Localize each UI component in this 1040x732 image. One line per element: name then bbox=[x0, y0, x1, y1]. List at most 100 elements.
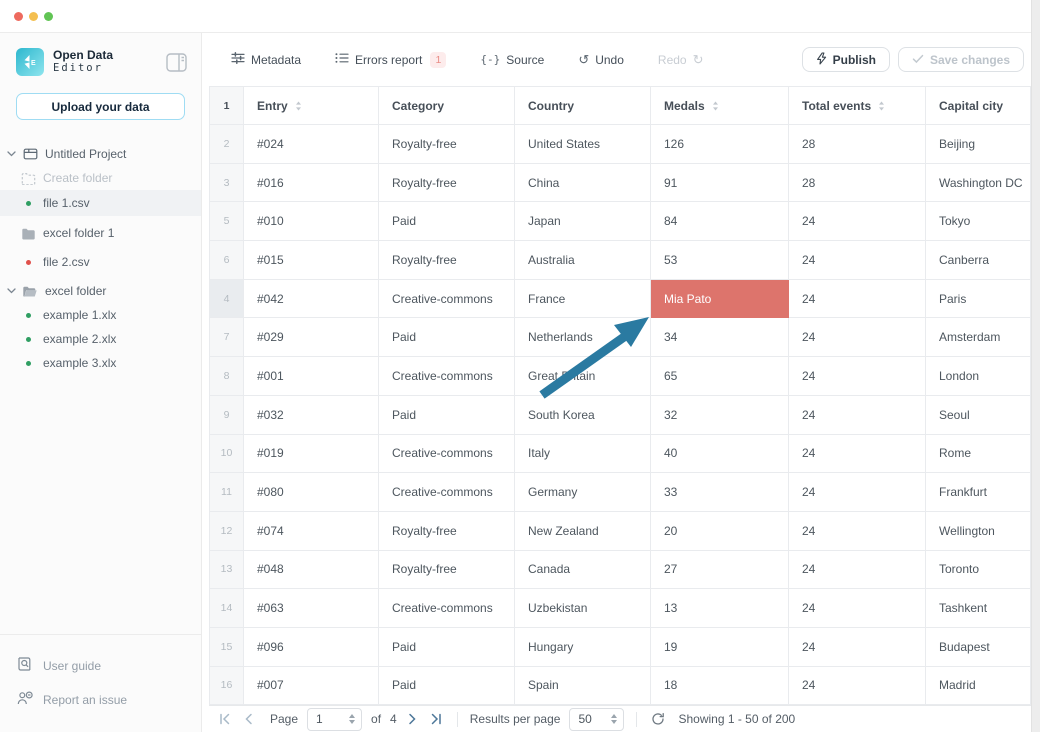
cell-total-events[interactable]: 24 bbox=[789, 551, 926, 590]
metadata-button[interactable]: Metadata bbox=[231, 51, 301, 68]
row-number-cell[interactable]: 14 bbox=[209, 589, 244, 628]
cell-country[interactable]: United States bbox=[515, 125, 651, 164]
row-number-cell[interactable]: 15 bbox=[209, 628, 244, 667]
cell-entry[interactable]: #029 bbox=[244, 318, 379, 357]
tree-item-file-1-csv[interactable]: file 1.csv bbox=[0, 190, 201, 216]
cell-category[interactable]: Royalty-free bbox=[379, 512, 515, 551]
tree-item-example-2-xlx[interactable]: example 2.xlx bbox=[0, 327, 201, 351]
cell-country[interactable]: Netherlands bbox=[515, 318, 651, 357]
page-spinner[interactable] bbox=[349, 714, 355, 724]
cell-medals[interactable]: 13 bbox=[651, 589, 789, 628]
cell-medals[interactable]: 19 bbox=[651, 628, 789, 667]
cell-capital[interactable]: Tokyo bbox=[926, 202, 1031, 241]
cell-medals[interactable]: 20 bbox=[651, 512, 789, 551]
sort-icon[interactable] bbox=[878, 101, 885, 111]
cell-category[interactable]: Paid bbox=[379, 202, 515, 241]
cell-total-events[interactable]: 24 bbox=[789, 318, 926, 357]
cell-total-events[interactable]: 24 bbox=[789, 512, 926, 551]
cell-medals[interactable]: 126 bbox=[651, 125, 789, 164]
cell-category[interactable]: Paid bbox=[379, 318, 515, 357]
cell-entry[interactable]: #010 bbox=[244, 202, 379, 241]
column-header-total-events[interactable]: Total events bbox=[789, 86, 926, 125]
row-number-cell[interactable]: 8 bbox=[209, 357, 244, 396]
tree-item-create-folder[interactable]: Create folder bbox=[0, 166, 201, 190]
tree-item-file-2-csv[interactable]: file 2.csv bbox=[0, 250, 201, 274]
cell-total-events[interactable]: 24 bbox=[789, 202, 926, 241]
cell-total-events[interactable]: 24 bbox=[789, 435, 926, 474]
tree-item-untitled-project[interactable]: Untitled Project bbox=[0, 142, 201, 166]
cell-category[interactable]: Creative-commons bbox=[379, 473, 515, 512]
cell-category[interactable]: Paid bbox=[379, 628, 515, 667]
last-page-icon[interactable] bbox=[428, 713, 445, 725]
source-button[interactable]: {-} Source bbox=[480, 53, 544, 67]
undo-button[interactable]: ↺ Undo bbox=[578, 53, 624, 67]
page-number-input[interactable] bbox=[308, 712, 340, 726]
cell-entry[interactable]: #032 bbox=[244, 396, 379, 435]
column-header-capital-city[interactable]: Capital city bbox=[926, 86, 1031, 125]
cell-country[interactable]: Uzbekistan bbox=[515, 589, 651, 628]
cell-medals[interactable]: 33 bbox=[651, 473, 789, 512]
row-number-cell[interactable]: 4 bbox=[209, 280, 244, 319]
row-number-cell[interactable]: 13 bbox=[209, 551, 244, 590]
cell-country[interactable]: Canada bbox=[515, 551, 651, 590]
cell-category[interactable]: Creative-commons bbox=[379, 357, 515, 396]
cell-total-events[interactable]: 24 bbox=[789, 667, 926, 706]
row-number-cell[interactable]: 9 bbox=[209, 396, 244, 435]
cell-entry[interactable]: #074 bbox=[244, 512, 379, 551]
cell-country[interactable]: Australia bbox=[515, 241, 651, 280]
cell-capital[interactable]: Madrid bbox=[926, 667, 1031, 706]
cell-entry[interactable]: #080 bbox=[244, 473, 379, 512]
cell-category[interactable]: Royalty-free bbox=[379, 551, 515, 590]
cell-country[interactable]: Germany bbox=[515, 473, 651, 512]
cell-entry[interactable]: #063 bbox=[244, 589, 379, 628]
cell-medals[interactable]: 27 bbox=[651, 551, 789, 590]
scrollbar[interactable] bbox=[1031, 0, 1040, 732]
publish-button[interactable]: Publish bbox=[802, 47, 890, 72]
cell-entry[interactable]: #042 bbox=[244, 280, 379, 319]
cell-country[interactable]: China bbox=[515, 164, 651, 203]
tree-item-excel-folder-1[interactable]: excel folder 1 bbox=[0, 221, 201, 245]
column-header-category[interactable]: Category bbox=[379, 86, 515, 125]
chevron-down-icon[interactable] bbox=[7, 288, 16, 294]
row-number-cell[interactable]: 11 bbox=[209, 473, 244, 512]
cell-country[interactable]: New Zealand bbox=[515, 512, 651, 551]
redo-button[interactable]: Redo ↻ bbox=[658, 53, 704, 67]
sort-icon[interactable] bbox=[712, 101, 719, 111]
prev-page-icon[interactable] bbox=[242, 713, 255, 725]
sidebar-toggle-icon[interactable] bbox=[166, 53, 187, 72]
row-number-cell[interactable]: 6 bbox=[209, 241, 244, 280]
row-number-cell[interactable]: 12 bbox=[209, 512, 244, 551]
cell-entry[interactable]: #016 bbox=[244, 164, 379, 203]
cell-category[interactable]: Creative-commons bbox=[379, 589, 515, 628]
cell-category[interactable]: Royalty-free bbox=[379, 164, 515, 203]
chevron-down-icon[interactable] bbox=[7, 151, 16, 157]
cell-medals[interactable]: 65 bbox=[651, 357, 789, 396]
cell-capital[interactable]: Budapest bbox=[926, 628, 1031, 667]
cell-country[interactable]: Italy bbox=[515, 435, 651, 474]
cell-capital[interactable]: Paris bbox=[926, 280, 1031, 319]
cell-capital[interactable]: Washington DC bbox=[926, 164, 1031, 203]
cell-category[interactable]: Paid bbox=[379, 667, 515, 706]
cell-medals[interactable]: 84 bbox=[651, 202, 789, 241]
cell-capital[interactable]: Frankfurt bbox=[926, 473, 1031, 512]
cell-country[interactable]: Spain bbox=[515, 667, 651, 706]
save-changes-button[interactable]: Save changes bbox=[898, 47, 1024, 72]
cell-category[interactable]: Creative-commons bbox=[379, 435, 515, 474]
cell-capital[interactable]: Tashkent bbox=[926, 589, 1031, 628]
next-page-icon[interactable] bbox=[406, 713, 419, 725]
cell-medals[interactable]: 91 bbox=[651, 164, 789, 203]
row-number-cell[interactable]: 5 bbox=[209, 202, 244, 241]
cell-category[interactable]: Royalty-free bbox=[379, 241, 515, 280]
cell-capital[interactable]: Seoul bbox=[926, 396, 1031, 435]
cell-entry[interactable]: #024 bbox=[244, 125, 379, 164]
cell-category[interactable]: Paid bbox=[379, 396, 515, 435]
results-spinner[interactable] bbox=[611, 714, 617, 724]
cell-total-events[interactable]: 24 bbox=[789, 473, 926, 512]
first-page-icon[interactable] bbox=[216, 713, 233, 725]
cell-entry[interactable]: #048 bbox=[244, 551, 379, 590]
cell-country[interactable]: Japan bbox=[515, 202, 651, 241]
cell-country[interactable]: Great Britain bbox=[515, 357, 651, 396]
results-per-page-input[interactable] bbox=[570, 712, 602, 726]
cell-capital[interactable]: Amsterdam bbox=[926, 318, 1031, 357]
cell-entry[interactable]: #015 bbox=[244, 241, 379, 280]
